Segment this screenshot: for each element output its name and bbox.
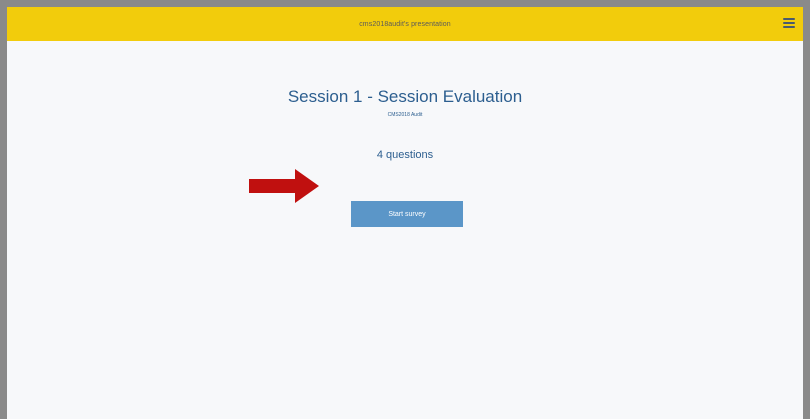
app-window: cms2018audit's presentation Session 1 - … [0, 0, 810, 419]
menu-line [783, 22, 795, 24]
survey-title: Session 1 - Session Evaluation [287, 87, 523, 106]
start-survey-button[interactable]: Start survey [351, 201, 463, 227]
hamburger-menu-icon[interactable] [783, 18, 795, 28]
presentation-title: cms2018audit's presentation [359, 20, 451, 28]
menu-line [783, 18, 795, 20]
survey-intro: Session 1 - Session Evaluation CMS2018 A… [7, 41, 803, 227]
top-bar: cms2018audit's presentation [7, 7, 803, 41]
question-count: 4 questions [376, 149, 434, 161]
menu-line [783, 26, 795, 28]
survey-subtitle: CMS2018 Audit [387, 112, 423, 118]
right-arrow-icon [249, 169, 319, 203]
